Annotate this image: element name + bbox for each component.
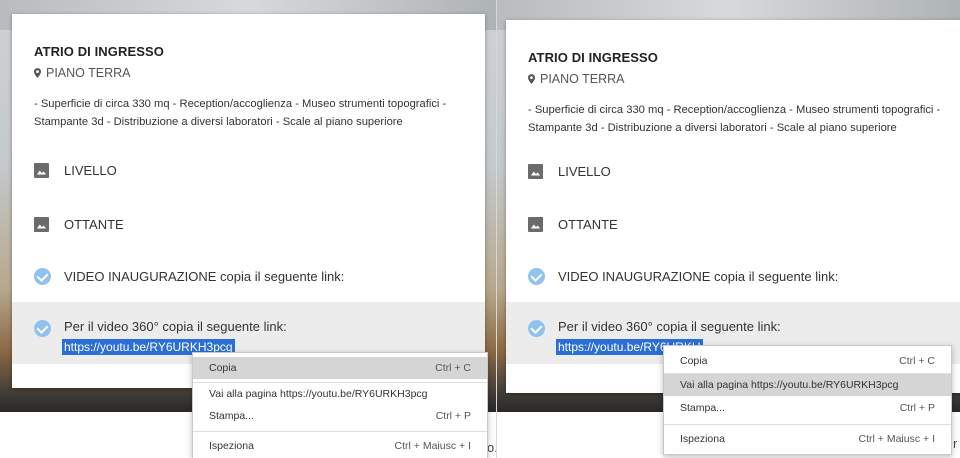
- info-card: ATRIO DI INGRESSO PIANO TERRA - Superfic…: [506, 20, 960, 393]
- stray-text: r: [953, 436, 958, 451]
- location-label: PIANO TERRA: [528, 72, 625, 86]
- check-circle-icon: [528, 320, 545, 337]
- list-item-label: OTTANTE: [64, 216, 124, 232]
- card-title: ATRIO DI INGRESSO: [528, 50, 659, 65]
- list-item-livello[interactable]: LIVELLO: [506, 160, 960, 182]
- image-icon: [34, 162, 49, 178]
- menu-item-copia[interactable]: Copia Ctrl + C: [664, 350, 951, 372]
- location-label: PIANO TERRA: [34, 66, 131, 80]
- list-item-video-inaugurazione[interactable]: VIDEO INAUGURAZIONE copia il seguente li…: [506, 265, 960, 287]
- location-text: PIANO TERRA: [540, 72, 625, 86]
- list-item-label: LIVELLO: [558, 163, 611, 179]
- location-pin-icon: [528, 74, 535, 84]
- menu-item-stampa[interactable]: Stampa... Ctrl + P: [193, 405, 487, 427]
- right-screenshot-pane: ATRIO DI INGRESSO PIANO TERRA - Superfic…: [497, 0, 960, 458]
- info-card: ATRIO DI INGRESSO PIANO TERRA - Superfic…: [12, 14, 485, 388]
- image-icon: [528, 163, 543, 179]
- list-item-video-inaugurazione[interactable]: VIDEO INAUGURAZIONE copia il seguente li…: [12, 265, 485, 287]
- list-item-label: LIVELLO: [64, 162, 117, 178]
- card-description: - Superficie di circa 330 mq - Reception…: [528, 104, 941, 134]
- list-item-label: OTTANTE: [558, 216, 618, 232]
- list-item-ottante[interactable]: OTTANTE: [12, 213, 485, 235]
- list-item-livello[interactable]: LIVELLO: [12, 159, 485, 181]
- check-circle-icon: [528, 267, 545, 285]
- menu-item-stampa[interactable]: Stampa... Ctrl + P: [664, 397, 951, 419]
- list-item-label: VIDEO INAUGURAZIONE copia il seguente li…: [558, 268, 839, 284]
- menu-item-ispeziona[interactable]: Ispeziona Ctrl + Maiusc + I: [664, 428, 951, 450]
- stray-text: o.: [487, 440, 496, 455]
- card-title: ATRIO DI INGRESSO: [34, 44, 165, 59]
- menu-item-copia[interactable]: Copia Ctrl + C: [193, 357, 487, 379]
- menu-item-vai-alla-pagina[interactable]: Vai alla pagina https://youtu.be/RY6URKH…: [193, 383, 487, 405]
- check-circle-icon: [34, 267, 51, 285]
- list-item-label: Per il video 360° copia il seguente link…: [64, 319, 287, 334]
- menu-item-vai-alla-pagina[interactable]: Vai alla pagina https://youtu.be/RY6URKH…: [664, 374, 951, 396]
- left-screenshot-pane: ATRIO DI INGRESSO PIANO TERRA - Superfic…: [0, 0, 496, 458]
- card-description: - Superficie di circa 330 mq - Reception…: [34, 98, 447, 128]
- list-item-label: VIDEO INAUGURAZIONE copia il seguente li…: [64, 268, 345, 284]
- list-item-label: Per il video 360° copia il seguente link…: [558, 319, 781, 334]
- list-item-ottante[interactable]: OTTANTE: [506, 213, 960, 235]
- image-icon: [528, 216, 543, 232]
- location-pin-icon: [34, 68, 41, 78]
- check-circle-icon: [34, 320, 51, 337]
- context-menu: Copia Ctrl + C Vai alla pagina https://y…: [192, 352, 488, 458]
- location-text: PIANO TERRA: [46, 66, 131, 80]
- image-icon: [34, 216, 49, 232]
- menu-item-ispeziona[interactable]: Ispeziona Ctrl + Maiusc + I: [193, 435, 487, 457]
- context-menu: Copia Ctrl + C Vai alla pagina https://y…: [663, 345, 952, 455]
